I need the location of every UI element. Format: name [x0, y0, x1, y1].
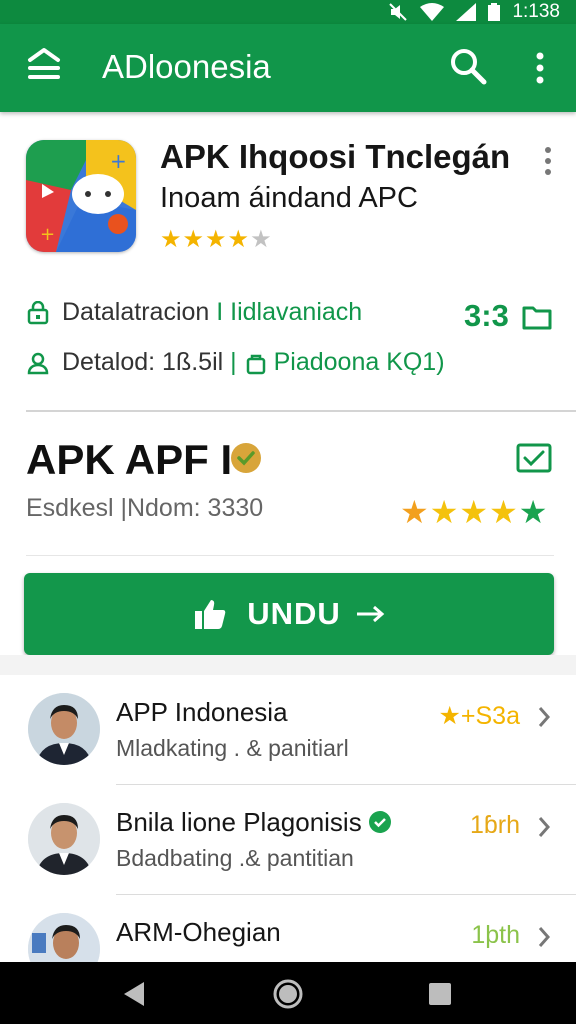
list-item-subtitle: Mladkating . & panitiarl	[116, 735, 349, 761]
thumbs-up-icon	[195, 600, 226, 629]
info-row-1: Datalatracion I Iidlavaniach	[26, 298, 362, 327]
info-row-2-value: Piadoona KǪ1)	[273, 348, 445, 376]
star-icon: ★	[429, 494, 459, 530]
chevron-right-icon[interactable]	[536, 705, 552, 729]
app-bar: ADloonesia	[0, 24, 576, 112]
app-icon[interactable]: + +	[26, 140, 136, 252]
svg-text:+: +	[40, 224, 55, 245]
list-item-title: Bnila lione Plagonisis	[116, 807, 392, 838]
divider	[26, 410, 576, 412]
star-icon: ★	[182, 226, 205, 253]
menu-icon[interactable]	[26, 46, 62, 86]
mute-icon	[389, 3, 408, 21]
status-bar: 1:138	[0, 0, 576, 24]
download-button-label: UNDU	[247, 596, 341, 631]
info-row-1-label: Datalatracion	[62, 298, 210, 326]
list-item-subtitle: Bdadbating .& pantitian	[116, 845, 354, 871]
list-item[interactable]: APP Indonesia Mladkating . & panitiarl ★…	[0, 675, 576, 785]
star-icon: ★	[518, 494, 548, 530]
arrow-right-icon	[356, 605, 385, 623]
home-icon[interactable]	[272, 978, 304, 1010]
star-icon: ★	[205, 226, 227, 253]
checkbox-icon[interactable]	[516, 442, 552, 474]
lock-icon	[246, 354, 265, 374]
list-item-meta: ★+S3a	[438, 702, 521, 730]
info-row-2-separator: |	[223, 348, 244, 376]
avatar	[28, 693, 100, 765]
battery-icon	[488, 3, 501, 21]
list-item[interactable]: Bnila lione Plagonisis Bdadbating .& pan…	[0, 785, 576, 895]
wifi-icon	[420, 3, 445, 21]
divider	[26, 555, 554, 556]
star-icon: ★	[489, 494, 518, 530]
list-item-meta: 1ɓrh	[469, 811, 520, 839]
more-vert-icon[interactable]	[540, 144, 556, 184]
list-item-title: APP Indonesia	[116, 697, 288, 727]
verified-icon	[368, 811, 391, 834]
info-row-2-label: Detalod: 1ß.5il	[62, 348, 224, 376]
lock-icon	[27, 300, 49, 324]
chevron-right-icon[interactable]	[536, 925, 552, 949]
back-icon[interactable]	[120, 980, 148, 1008]
star-icon: ★	[227, 226, 250, 253]
search-icon[interactable]	[448, 46, 488, 86]
chevron-right-icon[interactable]	[536, 815, 552, 839]
person-icon	[27, 352, 49, 374]
folder-icon[interactable]	[522, 304, 552, 330]
info-row-2: Detalod: 1ß.5il | Piadoona KǪ1)	[26, 348, 445, 377]
system-nav-bar	[0, 962, 576, 1024]
star-icon: ★	[400, 494, 429, 530]
app-title: APK Ihqoosi Tnclegán	[160, 138, 511, 175]
app-subtitle: Inoam áindand APC	[160, 182, 418, 214]
info-row-1-value: Iidlavaniach	[230, 298, 363, 326]
section-spacer	[0, 655, 576, 675]
file-count: 3:3	[464, 298, 509, 333]
apk-subtitle: Esdkesl |Ndom: 3330	[26, 494, 264, 522]
download-button[interactable]: UNDU	[24, 573, 554, 655]
list-item-title: ARM-Ohegian	[116, 917, 281, 947]
signal-icon	[456, 3, 477, 21]
avatar	[28, 803, 100, 875]
recent-apps-icon[interactable]	[428, 982, 452, 1006]
verified-icon	[231, 443, 261, 473]
info-row-1-separator: I	[209, 298, 231, 326]
star-icon: ★	[459, 494, 489, 530]
more-vert-icon[interactable]	[528, 48, 552, 88]
list-item-meta: 1þth	[471, 921, 520, 949]
apk-rating: ★ ★ ★ ★ ★	[400, 496, 547, 528]
list-item-title-text: Bnila lione Plagonisis	[116, 807, 362, 837]
status-time: 1:138	[512, 1, 560, 22]
app-header: + + APK Ihqoosi Tnclegán Inoam áindand A…	[0, 112, 576, 412]
app-bar-title: ADloonesia	[102, 48, 271, 85]
app-rating: ★ ★ ★ ★ ★	[160, 228, 272, 252]
apk-title: APK APF I	[26, 436, 233, 483]
star-icon: ★	[160, 226, 182, 253]
star-icon: ★	[250, 226, 272, 253]
svg-text:+: +	[110, 149, 127, 173]
